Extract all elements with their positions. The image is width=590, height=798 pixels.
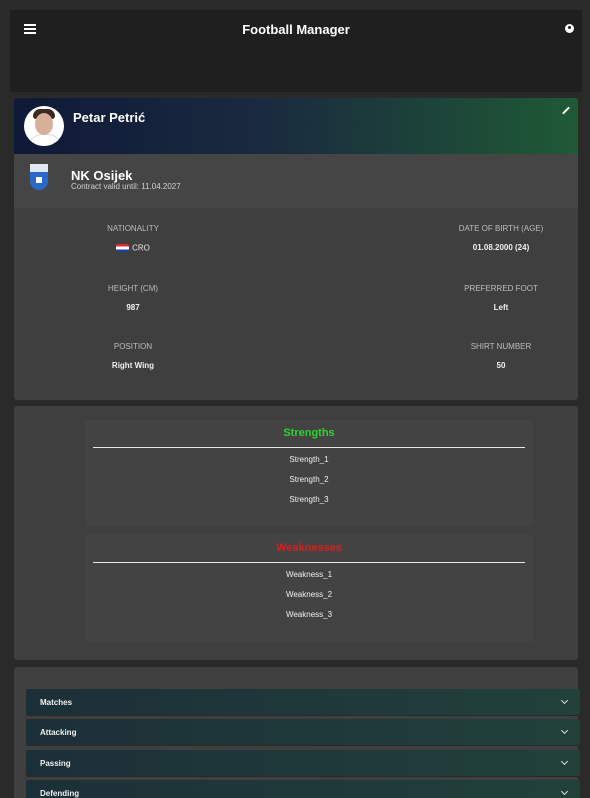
weakness-item: Weakness_3 <box>285 610 333 619</box>
chevron-down-icon <box>560 726 569 735</box>
weaknesses-title: Weaknesses <box>276 542 342 554</box>
weaknesses-list: Weakness_1 Weakness_2 Weakness_3 <box>85 563 533 625</box>
nationality-value: CRO <box>43 243 223 252</box>
strengths-list: Strength_1 Strength_2 Strength_3 <box>85 448 533 510</box>
foot-value: Left <box>493 303 509 312</box>
dob-cell: DATE OF BIRTH (AGE) 01.08.2000 (24) <box>411 224 578 252</box>
shirt-value: 50 <box>496 361 506 370</box>
edit-icon[interactable] <box>562 106 570 114</box>
strengths-card: Strengths Strength_1 Strength_2 Strength… <box>85 420 533 527</box>
chevron-down-icon <box>560 696 569 705</box>
strength-item: Strength_3 <box>289 495 329 504</box>
player-profile-card: Petar Petrić NK Osijek Contract valid un… <box>14 98 578 400</box>
strengths-weaknesses-section: Strengths Strength_1 Strength_2 Strength… <box>14 406 578 660</box>
strengths-title: Strengths <box>283 427 335 439</box>
accordion-defending[interactable]: Defending <box>26 780 580 798</box>
weaknesses-card: Weaknesses Weakness_1 Weakness_2 Weaknes… <box>85 535 533 642</box>
player-header: Petar Petrić <box>14 98 578 154</box>
position-label: POSITION <box>113 342 153 351</box>
club-row: NK Osijek Contract valid until: 11.04.20… <box>14 154 578 208</box>
nationality-label: NATIONALITY <box>107 224 159 233</box>
accordion-label: Defending <box>40 789 80 798</box>
dob-label: DATE OF BIRTH (AGE) <box>458 224 544 233</box>
contract-text: Contract valid until: 11.04.2027 <box>71 182 181 191</box>
croatia-flag-icon <box>116 243 130 252</box>
app-bar: Football Manager <box>10 10 582 92</box>
club-logo <box>30 164 48 190</box>
strength-item: Strength_2 <box>289 475 329 484</box>
strength-item: Strength_1 <box>289 455 329 464</box>
height-label: HEIGHT (CM) <box>107 284 159 293</box>
app-title: Football Manager <box>242 22 350 37</box>
nationality-cell: NATIONALITY CRO <box>43 224 223 252</box>
nationality-code: CRO <box>132 243 150 253</box>
position-value: Right Wing <box>111 361 155 370</box>
chevron-down-icon <box>560 757 569 766</box>
foot-cell: PREFERRED FOOT Left <box>411 284 578 312</box>
weakness-item: Weakness_2 <box>285 590 333 599</box>
accordion-matches[interactable]: Matches <box>26 689 580 715</box>
height-cell: HEIGHT (CM) 987 <box>43 284 223 312</box>
chevron-down-icon <box>560 787 569 796</box>
stats-accordion: Matches Attacking Passing Defending <box>14 667 580 798</box>
accordion-label: Attacking <box>40 728 77 737</box>
weakness-item: Weakness_1 <box>285 570 333 579</box>
shirt-cell: SHIRT NUMBER 50 <box>411 342 578 370</box>
shirt-label: SHIRT NUMBER <box>470 342 532 351</box>
position-cell: POSITION Right Wing <box>43 342 223 370</box>
player-avatar <box>24 106 64 146</box>
foot-label: PREFERRED FOOT <box>464 284 538 293</box>
accordion-label: Matches <box>40 698 73 707</box>
accordion-label: Passing <box>40 759 71 768</box>
accordion-attacking[interactable]: Attacking <box>26 719 580 745</box>
app-frame: Football Manager Petar Petrić NK Osijek … <box>10 10 582 798</box>
accordion-passing[interactable]: Passing <box>26 750 580 776</box>
dob-value: 01.08.2000 (24) <box>472 243 530 252</box>
account-icon[interactable] <box>565 24 574 33</box>
player-name: Petar Petrić <box>73 110 146 125</box>
height-value: 987 <box>126 303 140 312</box>
player-info-grid: NATIONALITY CRO DATE OF BIRTH (AGE) 01.0… <box>14 208 578 400</box>
club-name: NK Osijek <box>71 168 133 183</box>
